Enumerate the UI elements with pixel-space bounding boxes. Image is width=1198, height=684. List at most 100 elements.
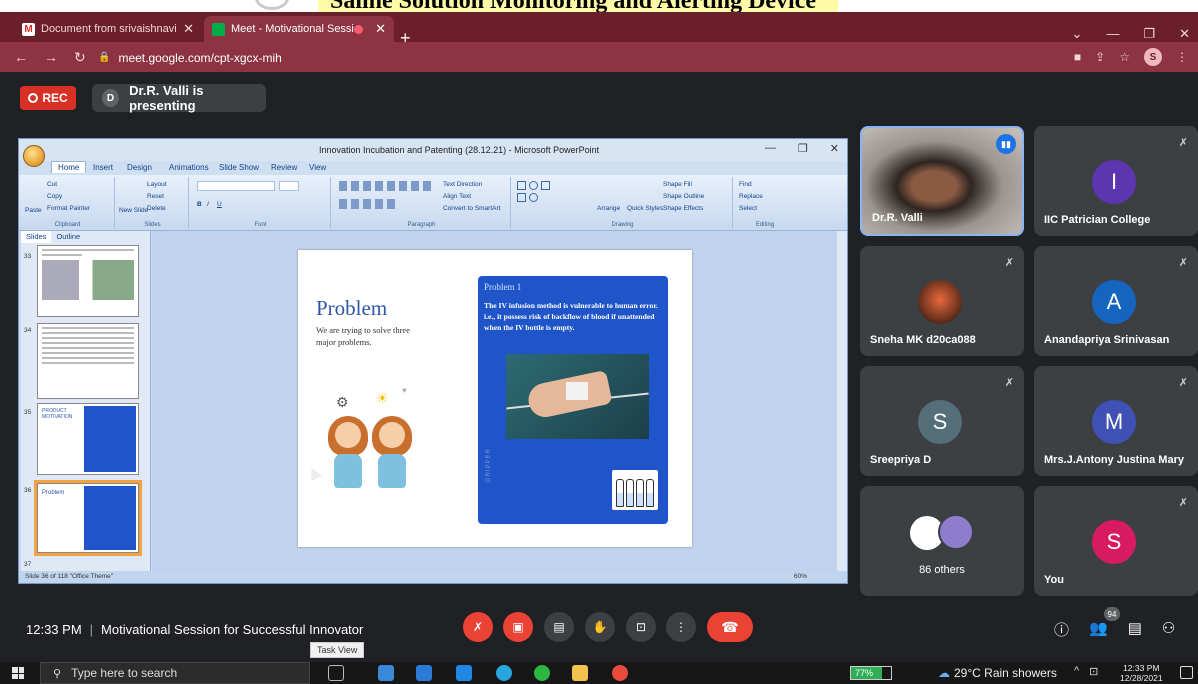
slide-thumbnail[interactable]: PRODUCT MOTIVATION xyxy=(37,403,139,475)
profile-avatar[interactable]: S xyxy=(1144,48,1162,66)
vertical-scrollbar[interactable] xyxy=(837,231,847,571)
leave-call-button[interactable]: ☎ xyxy=(707,612,753,642)
back-icon[interactable]: ← xyxy=(14,49,28,66)
chevron-down-icon[interactable]: ⌄ xyxy=(1072,26,1083,42)
task-view-icon[interactable] xyxy=(328,665,344,681)
edge-icon[interactable] xyxy=(496,665,512,681)
font-name-input[interactable] xyxy=(197,181,275,191)
notifications-icon[interactable] xyxy=(1180,666,1193,679)
whatsapp-icon[interactable] xyxy=(534,665,550,681)
info-icon[interactable]: ⓘ xyxy=(1054,619,1069,640)
reload-icon[interactable]: ↻ xyxy=(74,49,86,66)
quick-styles-button[interactable]: Quick Styles xyxy=(627,205,663,212)
shape-effects-button[interactable]: Shape Effects xyxy=(663,205,703,212)
shape-rectangle-icon[interactable] xyxy=(517,181,526,190)
close-window-button[interactable]: ✕ xyxy=(1179,26,1190,42)
list-buttons[interactable] xyxy=(339,181,435,191)
tab-animations[interactable]: Animations xyxy=(169,163,209,172)
participant-tile[interactable]: ✗ A Anandapriya Srinivasan xyxy=(1034,246,1198,356)
tab-meet[interactable]: Meet - Motivational Session ✕ xyxy=(204,16,394,42)
paste-button[interactable]: Paste xyxy=(25,207,42,214)
italic-button[interactable]: I xyxy=(207,201,209,208)
chevron-up-icon[interactable]: ^ xyxy=(1074,665,1079,678)
tab-outline[interactable]: Outline xyxy=(51,231,85,243)
slide-thumbnail[interactable] xyxy=(37,323,139,399)
share-icon[interactable]: ⇪ xyxy=(1095,50,1105,64)
reset-button[interactable]: Reset xyxy=(147,193,164,200)
smartart-button[interactable]: Convert to SmartArt xyxy=(443,205,500,212)
close-icon[interactable]: ✕ xyxy=(375,21,386,37)
taskbar-search[interactable]: ⚲ Type here to search xyxy=(40,662,310,684)
participant-tile[interactable]: ✗ S Sreepriya D xyxy=(860,366,1024,476)
windows-start-icon[interactable] xyxy=(12,667,24,679)
participant-tile[interactable]: ▮▮ Dr.R. Valli xyxy=(860,126,1024,236)
more-options-button[interactable]: ⋮ xyxy=(666,612,696,642)
replace-button[interactable]: Replace xyxy=(739,193,763,200)
format-painter-button[interactable]: Format Painter xyxy=(47,205,90,212)
tab-document[interactable]: M Document from srivaishnavisuresh ✕ xyxy=(14,16,202,42)
layout-button[interactable]: Layout xyxy=(147,181,167,188)
forward-icon[interactable]: → xyxy=(44,49,58,66)
battery-indicator[interactable]: 77% xyxy=(850,666,892,680)
tab-slide-show[interactable]: Slide Show xyxy=(219,163,259,172)
select-button[interactable]: Select xyxy=(739,205,757,212)
raise-hand-button[interactable]: ✋ xyxy=(585,612,615,642)
captions-button[interactable]: ▤ xyxy=(544,612,574,642)
align-text-button[interactable]: Align Text xyxy=(443,193,471,200)
network-icon[interactable]: ⊡ xyxy=(1089,665,1098,678)
chat-icon[interactable]: ▤ xyxy=(1128,619,1142,640)
star-icon[interactable]: ☆ xyxy=(1119,50,1130,64)
slide-thumbnail-selected[interactable]: Problem xyxy=(34,480,142,556)
shape-outline-button[interactable]: Shape Outline xyxy=(663,193,704,200)
restore-button[interactable]: ❐ xyxy=(798,142,808,155)
font-size-input[interactable] xyxy=(279,181,299,191)
underline-button[interactable]: U xyxy=(217,201,222,208)
activities-icon[interactable]: ⚇ xyxy=(1162,619,1175,640)
shape-circle-icon[interactable] xyxy=(529,193,538,202)
tab-design[interactable]: Design xyxy=(127,163,152,172)
others-tile[interactable]: 86 others xyxy=(860,486,1024,596)
menu-icon[interactable]: ⋮ xyxy=(1176,50,1188,64)
shape-triangle-icon[interactable] xyxy=(517,193,526,202)
tab-review[interactable]: Review xyxy=(271,163,297,172)
people-icon[interactable]: 👥 xyxy=(1089,619,1108,640)
text-direction-button[interactable]: Text Direction xyxy=(443,181,482,188)
participant-tile[interactable]: ✗ I IIC Patrician College xyxy=(1034,126,1198,236)
address-bar[interactable]: 🔒 meet.google.com/cpt-xgcx-mih xyxy=(98,47,1038,68)
shape-fill-button[interactable]: Shape Fill xyxy=(663,181,692,188)
app-l-icon[interactable] xyxy=(456,665,472,681)
slide-thumbnail[interactable] xyxy=(37,245,139,317)
present-button[interactable]: ⊡ xyxy=(626,612,656,642)
tab-insert[interactable]: Insert xyxy=(93,163,113,172)
office-orb-icon[interactable] xyxy=(23,145,45,167)
bold-button[interactable]: B xyxy=(197,201,202,208)
tab-slides[interactable]: Slides xyxy=(21,231,52,243)
shape-oval-icon[interactable] xyxy=(529,181,538,190)
close-window-button[interactable]: ✕ xyxy=(830,142,839,155)
align-buttons[interactable] xyxy=(339,199,399,209)
arrange-button[interactable]: Arrange xyxy=(597,205,620,212)
minimize-button[interactable]: — xyxy=(1106,26,1119,42)
find-button[interactable]: Find xyxy=(739,181,752,188)
copy-button[interactable]: Copy xyxy=(47,193,62,200)
self-tile[interactable]: ✗ S You xyxy=(1034,486,1198,596)
restore-button[interactable]: ❐ xyxy=(1143,26,1155,42)
camera-icon[interactable]: ■ xyxy=(1074,50,1081,64)
delete-button[interactable]: Delete xyxy=(147,205,166,212)
weather-widget[interactable]: ☁ 29°C Rain showers xyxy=(938,666,1057,680)
mic-toggle-button[interactable]: ✗ xyxy=(463,612,493,642)
minimize-button[interactable]: — xyxy=(765,142,776,155)
taskbar-clock[interactable]: 12:33 PM 12/28/2021 xyxy=(1120,663,1163,683)
store-icon[interactable] xyxy=(416,665,432,681)
close-icon[interactable]: ✕ xyxy=(183,21,194,37)
mail-icon[interactable] xyxy=(378,665,394,681)
participant-tile[interactable]: ✗ M Mrs.J.Antony Justina Mary xyxy=(1034,366,1198,476)
file-explorer-icon[interactable] xyxy=(572,665,588,681)
participant-tile[interactable]: ✗ Sneha MK d20ca088 xyxy=(860,246,1024,356)
tab-home[interactable]: Home xyxy=(51,161,87,173)
chrome-icon[interactable] xyxy=(612,665,628,681)
tab-view[interactable]: View xyxy=(309,163,326,172)
zoom-level[interactable]: 60% xyxy=(794,573,807,580)
cut-button[interactable]: Cut xyxy=(47,181,57,188)
recording-badge[interactable]: REC xyxy=(20,86,76,110)
